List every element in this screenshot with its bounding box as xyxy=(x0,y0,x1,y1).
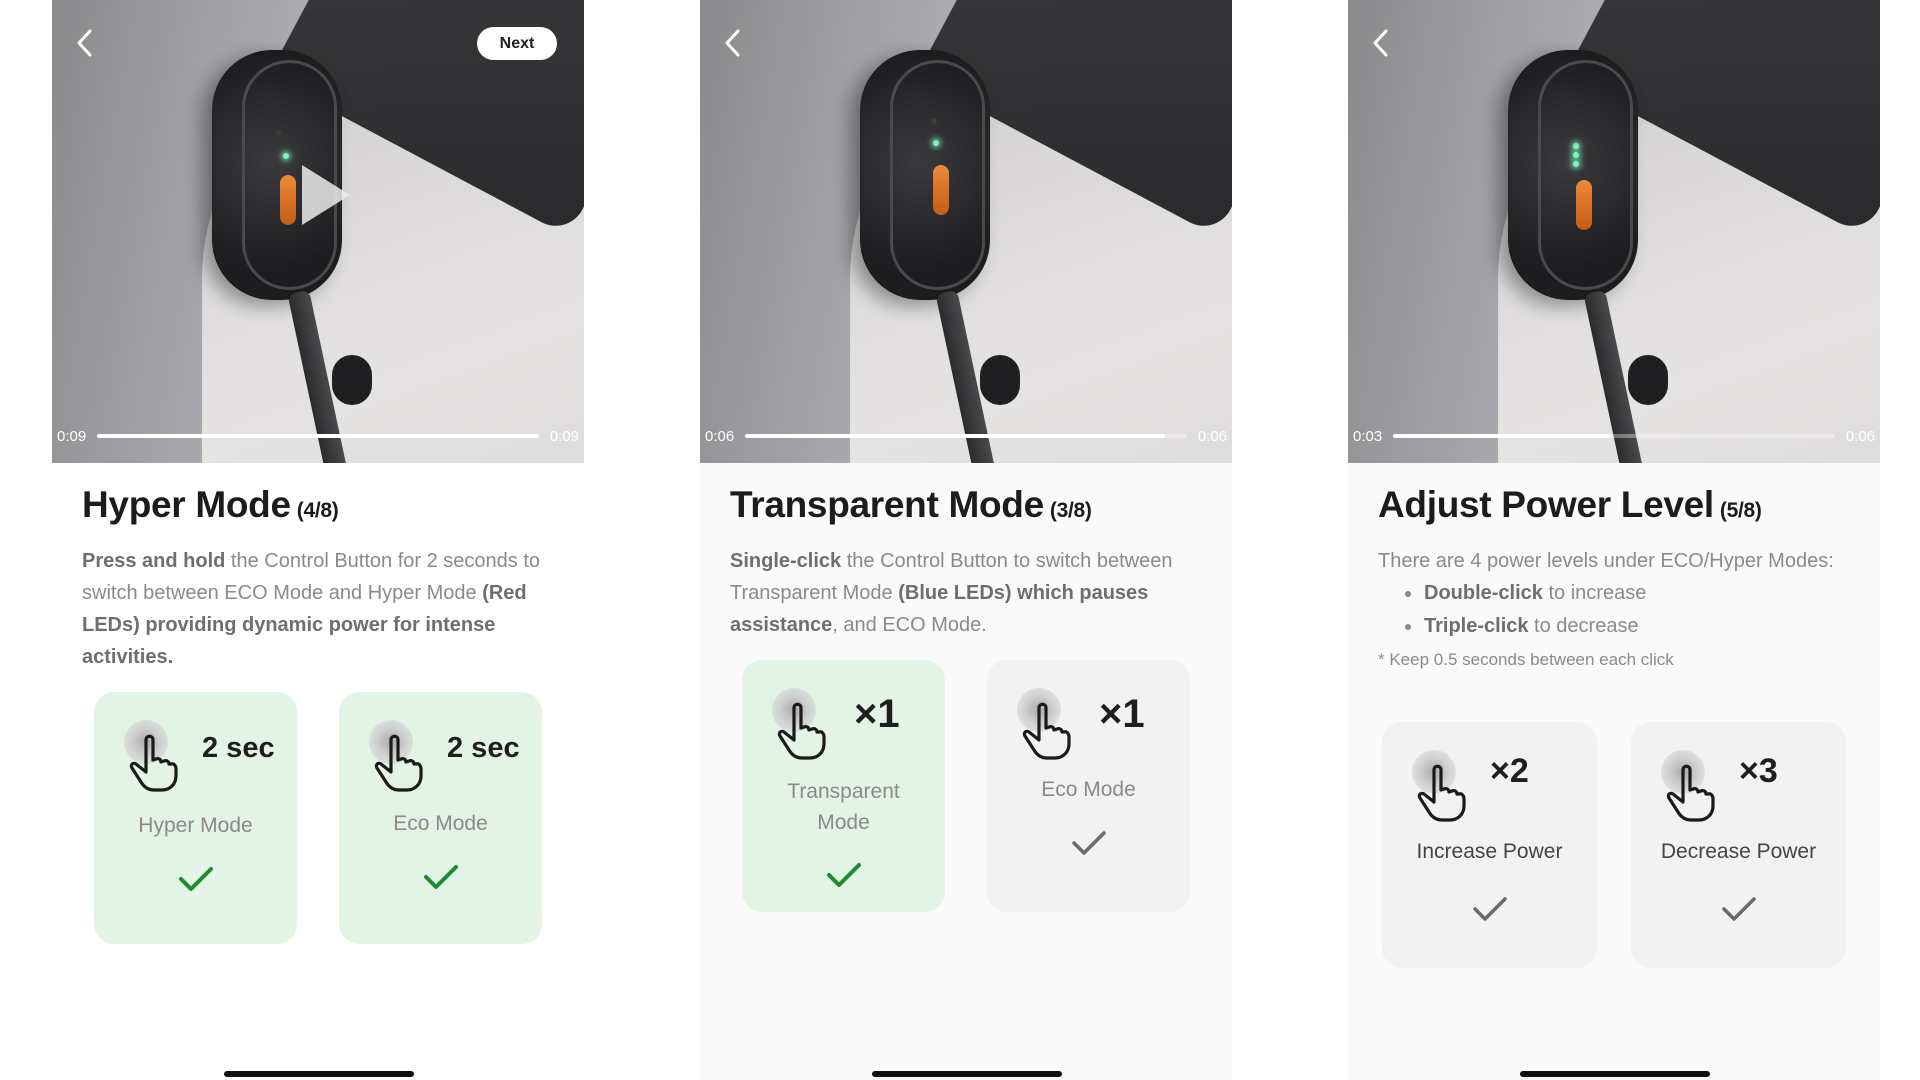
card-label: Eco Mode xyxy=(393,812,488,835)
next-button[interactable]: Next xyxy=(477,27,557,60)
card-label: Eco Mode xyxy=(1041,778,1136,801)
video-current-time: 0:09 xyxy=(57,428,87,445)
control-button-image xyxy=(1576,180,1592,230)
card-label: Decrease Power xyxy=(1660,840,1817,863)
check-icon xyxy=(826,863,861,887)
single-click-icon xyxy=(1017,688,1077,760)
video-progress-bar[interactable] xyxy=(97,434,539,438)
chevron-left-icon xyxy=(1373,29,1388,57)
led-indicator xyxy=(283,153,289,159)
back-button[interactable] xyxy=(1366,28,1396,58)
check-icon xyxy=(1472,897,1507,921)
card-label: Increase Power xyxy=(1416,840,1563,863)
video-progress-fill xyxy=(1393,434,1610,438)
description-intro: There are 4 power levels under ECO/Hyper… xyxy=(1378,550,1834,572)
home-indicator[interactable] xyxy=(1520,1071,1710,1077)
led-indicator xyxy=(1573,152,1579,158)
list-item: Triple-click to decrease xyxy=(1378,610,1838,643)
led-indicator xyxy=(931,118,937,124)
press-hold-icon xyxy=(124,720,184,792)
video-duration: 0:06 xyxy=(1197,428,1227,445)
control-button-image xyxy=(933,165,949,215)
option-card-increase-power[interactable]: ×2 Increase Power xyxy=(1382,722,1597,968)
tutorial-video[interactable]: Next 0:09 0:09 xyxy=(52,0,584,463)
option-card-transparent-mode[interactable]: ×1 Transparent Mode xyxy=(742,660,945,912)
page-title: Hyper Mode (4/8) xyxy=(82,484,339,525)
click-count: ×2 xyxy=(1490,752,1529,790)
click-count: ×1 xyxy=(1099,692,1145,736)
video-duration: 0:09 xyxy=(549,428,579,445)
click-count: ×1 xyxy=(854,692,900,736)
check-icon xyxy=(423,865,458,889)
home-indicator[interactable] xyxy=(224,1071,414,1077)
card-label: Transparent Mode xyxy=(787,780,900,834)
tutorial-video[interactable]: 0:03 0:06 xyxy=(1348,0,1880,463)
led-indicator xyxy=(933,140,939,146)
option-card-eco-mode[interactable]: ×1 Eco Mode xyxy=(987,660,1190,912)
step-indicator: (5/8) xyxy=(1719,499,1762,522)
back-button[interactable] xyxy=(718,28,748,58)
double-click-icon xyxy=(1412,750,1472,822)
step-indicator: (3/8) xyxy=(1049,499,1092,522)
video-current-time: 0:06 xyxy=(705,428,735,445)
press-duration: 2 sec xyxy=(202,732,275,764)
chevron-left-icon xyxy=(77,29,92,57)
list-item: Double-click to increase xyxy=(1378,577,1838,610)
video-progress-fill xyxy=(745,434,1165,438)
led-indicator xyxy=(276,130,282,136)
instruction-list: Double-click to increase Triple-click to… xyxy=(1378,577,1838,643)
led-indicator xyxy=(1573,143,1579,149)
card-label: Hyper Mode xyxy=(138,814,253,837)
page-title: Transparent Mode (3/8) xyxy=(730,484,1092,525)
press-duration: 2 sec xyxy=(447,732,520,764)
description: There are 4 power levels under ECO/Hyper… xyxy=(1378,545,1838,675)
check-icon xyxy=(178,867,213,891)
video-duration: 0:06 xyxy=(1845,428,1875,445)
description: Press and hold the Control Button for 2 … xyxy=(82,550,541,668)
press-hold-icon xyxy=(369,720,429,792)
description: Single-click the Control Button to switc… xyxy=(730,550,1173,636)
video-progress-fill xyxy=(97,434,539,438)
back-button[interactable] xyxy=(70,28,100,58)
single-click-icon xyxy=(772,688,832,760)
video-progress-bar[interactable] xyxy=(745,434,1187,438)
option-card-eco-mode[interactable]: 2 sec Eco Mode xyxy=(339,692,542,944)
click-count: ×3 xyxy=(1739,752,1778,790)
timing-note: * Keep 0.5 seconds between each click xyxy=(1378,650,1674,669)
chevron-left-icon xyxy=(725,29,740,57)
option-card-decrease-power[interactable]: ×3 Decrease Power xyxy=(1631,722,1846,968)
step-indicator: (4/8) xyxy=(296,499,339,522)
hyper-mode-screen: Next 0:09 0:09 Hyper Mode (4/8) Press and… xyxy=(52,0,584,1080)
tutorial-video[interactable]: 0:06 0:06 xyxy=(700,0,1232,463)
transparent-mode-screen: 0:06 0:06 Transparent Mode (3/8) Single-c… xyxy=(700,0,1232,1080)
option-card-hyper-mode[interactable]: 2 sec Hyper Mode xyxy=(94,692,297,944)
video-current-time: 0:03 xyxy=(1353,428,1383,445)
led-indicator xyxy=(1573,161,1579,167)
triple-click-icon xyxy=(1661,750,1721,822)
page-title: Adjust Power Level (5/8) xyxy=(1378,484,1762,525)
check-icon xyxy=(1071,831,1106,855)
home-indicator[interactable] xyxy=(872,1071,1062,1077)
video-progress-bar[interactable] xyxy=(1393,434,1835,438)
control-button-image xyxy=(280,175,296,225)
play-icon[interactable] xyxy=(302,165,350,225)
check-icon xyxy=(1721,897,1756,921)
adjust-power-level-screen: 0:03 0:06 Adjust Power Level (5/8) There … xyxy=(1348,0,1880,1080)
